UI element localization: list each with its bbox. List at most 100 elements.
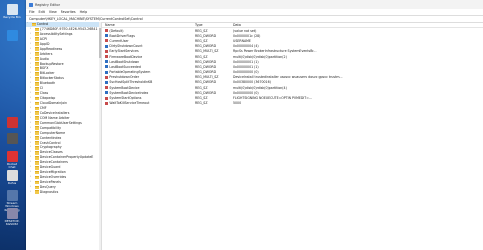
shortcut-icon — [6, 117, 18, 128]
folder-icon — [35, 96, 39, 101]
value-row[interactable]: BootDriverFlags REG_DWORD 0x0000001c (28) — [102, 33, 483, 38]
chevron-right-icon[interactable]: › — [30, 190, 32, 195]
folder-icon — [35, 32, 39, 37]
value-name-cell: EarlyStartServices — [102, 49, 195, 53]
value-type: REG_DWORD — [195, 59, 217, 64]
value-name-cell: LastBootShutdown — [102, 60, 195, 64]
value-data: USERNAME — [233, 38, 251, 43]
desktop-shortcut[interactable]: Recycle Bin — [3, 4, 21, 19]
value-data: 0x00380000 (3670016) — [233, 80, 271, 85]
folder-icon — [35, 111, 39, 116]
value-row[interactable]: PortableOperatingSystem REG_DWORD 0x000000… — [102, 70, 483, 75]
folder-icon — [35, 57, 39, 61]
value-name: SystemBootDeviceIndex — [109, 90, 149, 95]
value-name: PortableOperatingSystem — [109, 70, 151, 75]
value-row[interactable]: EarlyStartServices REG_MULTI_SZ RpcSs Powe… — [102, 49, 483, 54]
value-row[interactable]: FirmwareBootDevice REG_SZ multi(0)disk(0)r… — [102, 54, 483, 59]
value-data: DeviceInstall trustedinstaller usosvc wu… — [233, 75, 343, 80]
folder-icon — [35, 116, 39, 121]
string-value-icon — [105, 39, 108, 43]
desktop-shortcut[interactable]: DESKTOP-6GSU82 — [3, 208, 21, 227]
value-data: FLIGHTSIGNING NOEXECUTE=OPTIN PVMEDIT=..… — [233, 96, 312, 101]
value-data: (value not set) — [233, 28, 257, 33]
folder-icon — [35, 131, 39, 135]
binary-value-icon — [105, 70, 108, 74]
string-value-icon — [105, 29, 108, 33]
folder-icon — [35, 106, 39, 111]
value-type: REG_SZ — [195, 38, 208, 43]
value-name-cell: PortableOperatingSystem — [102, 70, 195, 74]
address-path[interactable]: Computer\HKEY_LOCAL_MACHINE\SYSTEM\Curre… — [29, 17, 143, 21]
value-name: (Default) — [109, 28, 124, 33]
value-name-cell: LastBootSucceeded — [102, 65, 195, 69]
tree-scrollbar-thumb[interactable] — [99, 28, 101, 58]
menu-favorites[interactable]: Favorites — [61, 10, 76, 14]
folder-icon — [35, 47, 39, 52]
menu-help[interactable]: Help — [80, 10, 88, 14]
string-value-icon — [105, 49, 108, 53]
header-data[interactable]: Data — [233, 23, 483, 27]
desktop-shortcut[interactable] — [3, 133, 21, 145]
folder-icon — [35, 27, 39, 32]
tree-item-label: Diagnostics — [39, 189, 59, 194]
tree-scrollbar[interactable] — [99, 22, 101, 250]
folder-icon — [35, 42, 39, 47]
desktop-shortcut[interactable] — [3, 30, 21, 42]
value-data: 0x0000001c (28) — [233, 33, 261, 38]
menu-file[interactable]: File — [29, 10, 35, 14]
menu-edit[interactable]: Edit — [39, 10, 45, 14]
chevron-down-icon[interactable]: ˅ — [27, 22, 29, 27]
shortcut-icon — [6, 30, 18, 41]
value-row[interactable]: WaitToKillServiceTimeout REG_SZ 5000 — [102, 101, 483, 106]
value-row[interactable]: SystemStartOptions REG_SZ FLIGHTSIGNING NO… — [102, 95, 483, 100]
value-row[interactable]: LastBootShutdown REG_DWORD 0x00000001 (1) — [102, 59, 483, 64]
folder-icon — [35, 190, 39, 195]
folder-icon — [35, 101, 39, 106]
value-name: FirmwareBootDevice — [109, 54, 143, 59]
folder-icon — [35, 150, 39, 155]
shortcut-label: Rocket Chat — [6, 162, 18, 170]
desktop-shortcut[interactable] — [3, 117, 21, 129]
shortcut-icon — [6, 190, 18, 201]
folder-icon — [35, 37, 39, 42]
value-data: 0x00000001 (1) — [233, 64, 259, 69]
value-name: EarlyStartServices — [109, 49, 139, 54]
value-row[interactable]: (Default) REG_SZ (value not set) — [102, 28, 483, 33]
value-data: multi(0)disk(0)rdisk(0)partition(2) — [233, 54, 287, 59]
value-name-cell: WaitToKillServiceTimeout — [102, 101, 195, 105]
header-name[interactable]: Name — [102, 23, 195, 27]
value-type: REG_SZ — [195, 101, 208, 106]
string-value-icon — [105, 75, 108, 79]
binary-value-icon — [105, 91, 108, 95]
shortcut-label: DESKTOP-6GSU82 — [4, 219, 20, 227]
folder-icon — [35, 86, 39, 91]
value-type: REG_DWORD — [195, 70, 217, 75]
tree-item[interactable]: › Diagnostics — [26, 190, 101, 195]
key-tree[interactable]: ˅ Control › {7746D80F-97E0-4E26-9543-26B41 ›… — [26, 22, 102, 250]
value-name-cell: FirmwareBootDevice — [102, 55, 195, 59]
folder-icon — [35, 170, 39, 175]
title-bar[interactable]: Registry Editor — [26, 0, 483, 9]
desktop-shortcut[interactable]: Rufus — [3, 170, 21, 185]
folder-icon — [35, 81, 39, 86]
value-row[interactable]: SystemBootDevice REG_SZ multi(0)disk(0)rdi… — [102, 85, 483, 90]
value-name: PreshutdownOrder — [109, 75, 140, 80]
menu-view[interactable]: View — [49, 10, 57, 14]
values-pane[interactable]: Name Type Data (Default) REG_SZ (value not… — [102, 22, 483, 250]
binary-value-icon — [105, 80, 108, 84]
value-row[interactable]: LastBootSucceeded REG_DWORD 0x00000001 (1) — [102, 64, 483, 69]
value-row[interactable]: CurrentUser REG_SZ USERNAME — [102, 38, 483, 43]
value-row[interactable]: SystemBootDeviceIndex REG_DWORD 0x00000000… — [102, 90, 483, 95]
value-name-cell: PreshutdownOrder — [102, 75, 195, 79]
value-name: SystemStartOptions — [109, 96, 142, 101]
value-row[interactable]: SvcHostSplitThresholdInKB REG_DWORD 0x0038… — [102, 80, 483, 85]
value-row[interactable]: PreshutdownOrder REG_MULTI_SZ DeviceInstal… — [102, 75, 483, 80]
value-name: LastBootShutdown — [109, 59, 140, 64]
registry-editor-window[interactable]: Registry Editor File Edit View Favorites… — [26, 0, 483, 250]
value-type: REG_DWORD — [195, 44, 217, 49]
binary-value-icon — [105, 60, 108, 64]
value-row[interactable]: DirtyShutdownCount REG_DWORD 0x00000004 (4… — [102, 44, 483, 49]
string-value-icon — [105, 86, 108, 90]
header-type[interactable]: Type — [195, 23, 233, 27]
desktop-shortcut[interactable]: Rocket Chat — [3, 151, 21, 170]
